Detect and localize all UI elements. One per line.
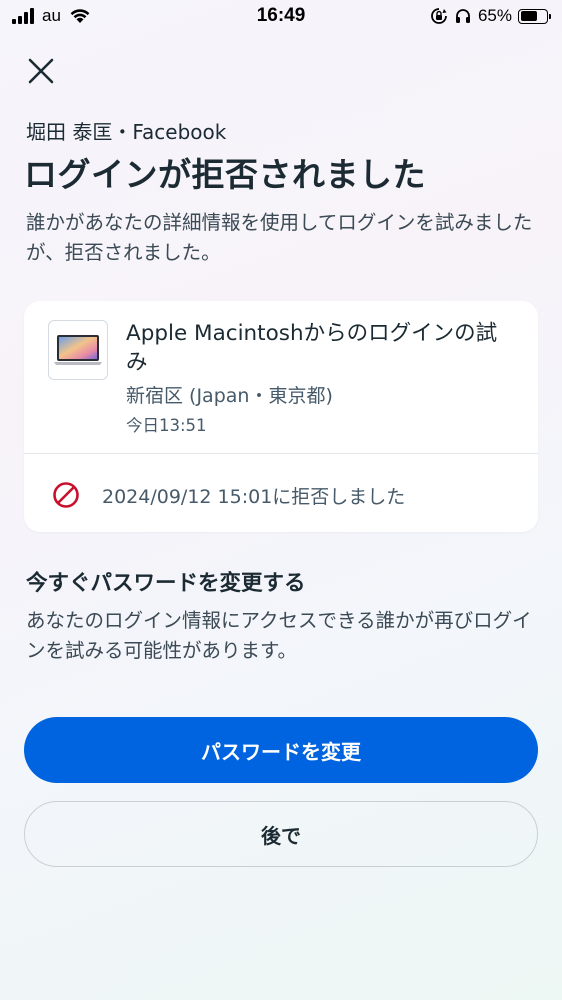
battery-percent: 65% bbox=[477, 6, 512, 25]
blocked-icon bbox=[53, 482, 79, 508]
status-bar: au 16:49 65% bbox=[0, 0, 562, 34]
account-label: 堀田 泰匡・Facebook bbox=[26, 120, 227, 144]
change-password-button[interactable]: パスワードを変更 bbox=[24, 717, 538, 783]
device-title: Apple Macintoshからのログインの試み bbox=[126, 321, 498, 375]
blocked-status: 2024/09/12 15:01に拒否しました bbox=[102, 486, 406, 508]
laptop-icon bbox=[48, 320, 108, 380]
card-divider bbox=[24, 453, 538, 454]
rotation-lock-icon bbox=[431, 8, 447, 24]
later-button[interactable]: 後で bbox=[24, 801, 538, 867]
page-description: 誰かがあなたの詳細情報を使用してログインを試みましたが、拒否されました。 bbox=[26, 211, 533, 264]
section-description: あなたのログイン情報にアクセスできる誰かが再びログインを試みる可能性があります。 bbox=[26, 609, 532, 662]
login-attempt-card: Apple Macintoshからのログインの試み 新宿区 (Japan・東京都… bbox=[24, 301, 538, 532]
close-icon bbox=[28, 58, 54, 84]
battery-fill bbox=[520, 11, 537, 21]
status-bar-right: 65% bbox=[430, 6, 551, 26]
section-title: 今すぐパスワードを変更する bbox=[26, 571, 306, 596]
headphones-icon bbox=[455, 9, 470, 23]
page-title: ログインが拒否されました bbox=[24, 155, 426, 194]
login-time: 今日13:51 bbox=[126, 416, 207, 435]
close-button[interactable] bbox=[24, 54, 58, 88]
battery-icon bbox=[518, 8, 551, 24]
login-location: 新宿区 (Japan・東京都) bbox=[126, 385, 333, 407]
